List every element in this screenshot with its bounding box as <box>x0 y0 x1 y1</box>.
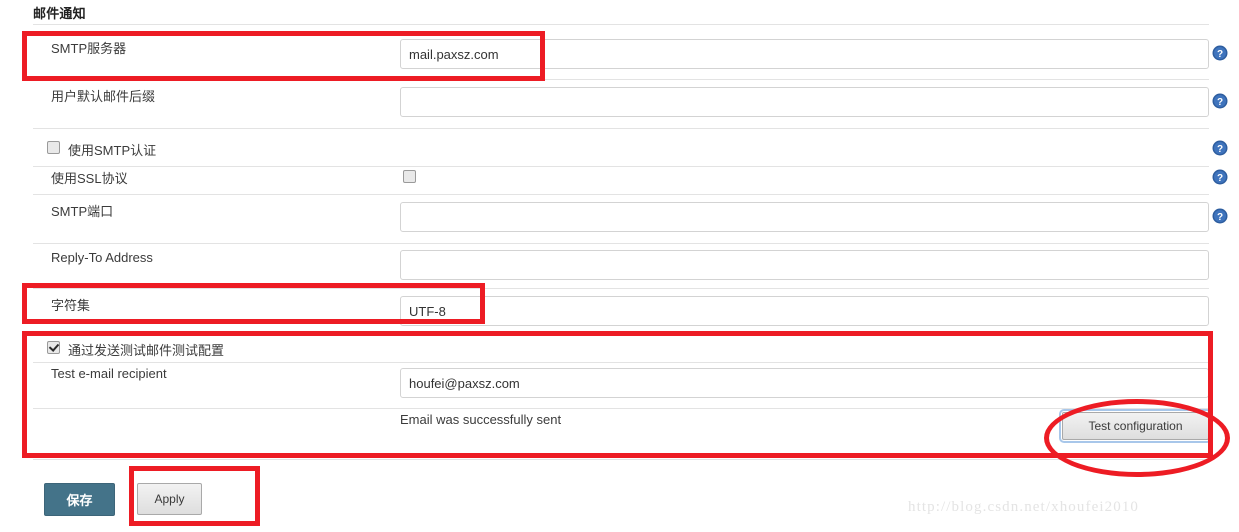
row-separator <box>33 408 1209 409</box>
label-default-mail-suffix: 用户默认邮件后缀 <box>51 89 156 104</box>
row-separator <box>33 166 1209 167</box>
row-separator <box>33 362 1209 363</box>
help-icon[interactable]: ? <box>1212 208 1228 224</box>
page-title: 邮件通知 <box>33 6 86 21</box>
label-reply-to-address: Reply-To Address <box>51 250 153 265</box>
svg-text:?: ? <box>1217 97 1223 108</box>
row-separator <box>33 459 1209 460</box>
label-charset: 字符集 <box>51 298 91 313</box>
svg-text:?: ? <box>1217 144 1223 155</box>
default-mail-suffix-input[interactable] <box>400 87 1209 117</box>
row-separator <box>33 333 1209 334</box>
email-notification-settings-page: 邮件通知 SMTP服务器 ? 用户默认邮件后缀 ? 使用SMTP认证 ? 使用S… <box>0 0 1239 532</box>
svg-text:?: ? <box>1217 173 1223 184</box>
row-separator <box>33 194 1209 195</box>
label-use-smtp-auth: 使用SMTP认证 <box>68 143 157 158</box>
test-result-status: Email was successfully sent <box>400 412 562 427</box>
row-separator <box>33 288 1209 289</box>
reply-to-address-input[interactable] <box>400 250 1209 280</box>
apply-button[interactable]: Apply <box>137 483 202 515</box>
label-test-recipient: Test e-mail recipient <box>51 366 167 381</box>
help-icon[interactable]: ? <box>1212 45 1228 61</box>
row-separator <box>33 24 1209 25</box>
svg-text:?: ? <box>1217 49 1223 60</box>
label-use-ssl: 使用SSL协议 <box>51 171 128 186</box>
row-separator <box>33 243 1209 244</box>
charset-input[interactable] <box>400 296 1209 326</box>
label-smtp-port: SMTP端口 <box>51 204 114 219</box>
smtp-server-input[interactable] <box>400 39 1209 69</box>
smtp-port-input[interactable] <box>400 202 1209 232</box>
watermark: http://blog.csdn.net/xhoufei2010 <box>908 499 1140 515</box>
label-test-config-enable: 通过发送测试邮件测试配置 <box>68 343 225 358</box>
svg-text:?: ? <box>1217 212 1223 223</box>
save-button[interactable]: 保存 <box>44 483 115 516</box>
use-ssl-checkbox[interactable] <box>403 170 416 183</box>
help-icon[interactable]: ? <box>1212 93 1228 109</box>
test-configuration-button[interactable]: Test configuration <box>1059 409 1212 443</box>
test-config-enable-checkbox[interactable] <box>47 341 60 354</box>
row-separator <box>33 79 1209 80</box>
use-smtp-auth-checkbox[interactable] <box>47 141 60 154</box>
test-recipient-input[interactable] <box>400 368 1209 398</box>
row-separator <box>33 128 1209 129</box>
help-icon[interactable]: ? <box>1212 169 1228 185</box>
label-smtp-server: SMTP服务器 <box>51 41 127 56</box>
help-icon[interactable]: ? <box>1212 140 1228 156</box>
